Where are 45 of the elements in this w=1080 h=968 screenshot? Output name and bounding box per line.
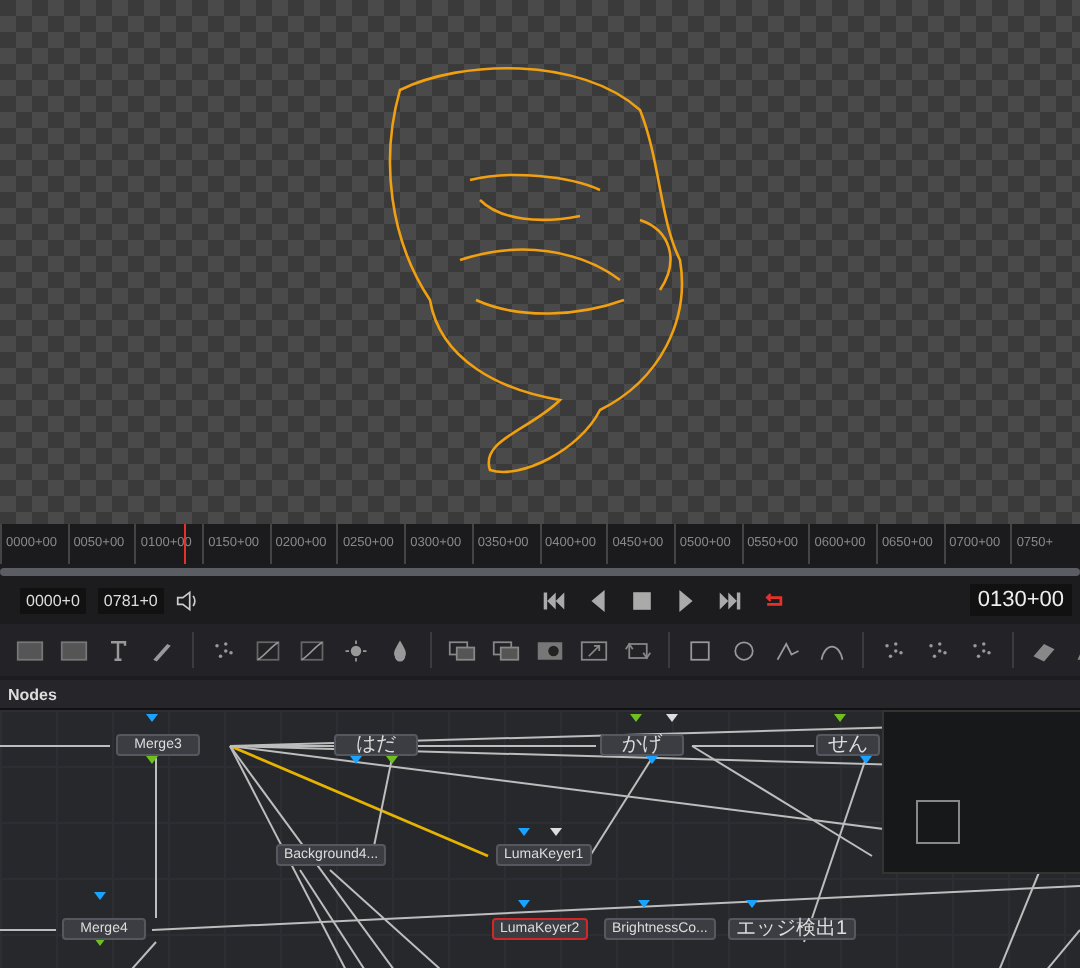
port-icon[interactable] — [666, 714, 678, 722]
rect-tool-icon[interactable] — [686, 637, 714, 663]
node-wire — [0, 745, 111, 747]
current-timecode: 0130+00 — [969, 584, 1072, 616]
node-tile[interactable]: はだ — [334, 734, 418, 756]
port-icon[interactable] — [518, 828, 530, 836]
end-timecode-field[interactable]: 0781+0 — [97, 587, 164, 613]
particles-tool-icon[interactable] — [210, 637, 238, 663]
node-tile[interactable]: かげ — [600, 734, 684, 756]
port-icon[interactable] — [94, 892, 106, 900]
port-icon[interactable] — [146, 714, 158, 722]
particles-tool-icon[interactable] — [924, 637, 952, 663]
node-wire — [0, 929, 57, 931]
particles-tool-icon[interactable] — [880, 637, 908, 663]
port-icon[interactable] — [518, 900, 530, 908]
loop-icon[interactable] — [762, 589, 787, 611]
resize-tool-icon[interactable] — [580, 637, 608, 663]
speaker-icon[interactable] — [175, 589, 200, 611]
layers-tool-icon[interactable] — [448, 637, 476, 663]
mask-tool-icon[interactable] — [536, 637, 564, 663]
minimap-viewport[interactable] — [916, 800, 960, 844]
panel-title: Nodes — [8, 685, 57, 703]
image-tool-icon[interactable] — [16, 637, 44, 663]
circle-tool-icon[interactable] — [730, 637, 758, 663]
transform-tool-icon[interactable] — [624, 637, 652, 663]
stop-icon[interactable] — [630, 589, 655, 611]
polyline-tool-icon[interactable] — [774, 637, 802, 663]
particles-tool-icon[interactable] — [968, 637, 996, 663]
node-tile[interactable]: せん — [816, 734, 880, 756]
port-icon[interactable] — [834, 714, 846, 722]
play-reverse-icon[interactable] — [586, 589, 611, 611]
port-icon[interactable] — [638, 900, 650, 908]
layers-tool-icon[interactable] — [492, 637, 520, 663]
start-timecode-field[interactable]: 0000+0 — [20, 587, 86, 613]
skip-to-end-icon[interactable] — [718, 589, 743, 611]
skip-to-start-icon[interactable] — [542, 589, 567, 611]
sun-tool-icon[interactable] — [342, 637, 370, 663]
curve-tool-icon[interactable] — [298, 637, 326, 663]
port-icon[interactable] — [550, 828, 562, 836]
node-tile[interactable]: エッジ検出1 — [728, 918, 856, 940]
port-icon[interactable] — [630, 714, 642, 722]
curve-tool-icon[interactable] — [254, 637, 282, 663]
node-minimap[interactable] — [882, 710, 1080, 874]
port-icon[interactable] — [746, 900, 758, 908]
image-tool-icon[interactable] — [60, 637, 88, 663]
